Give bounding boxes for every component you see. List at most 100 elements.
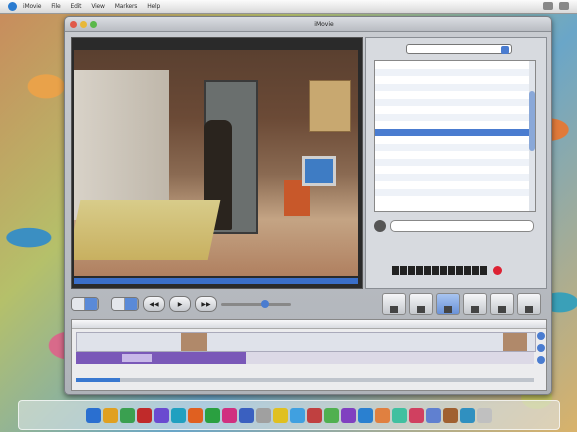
zoom-window-button[interactable]: [90, 20, 97, 28]
chevron-down-icon[interactable]: [501, 46, 509, 54]
list-scrollbar[interactable]: [529, 61, 535, 211]
scroll-thumb[interactable]: [529, 91, 535, 151]
list-item[interactable]: [375, 106, 535, 114]
timeline: [71, 319, 547, 391]
list-item[interactable]: [375, 98, 535, 106]
list-item[interactable]: [375, 181, 535, 189]
preview-row: [374, 218, 534, 234]
dock-app-icon[interactable]: [171, 407, 186, 423]
volume-slider[interactable]: [221, 299, 291, 308]
dock-app-icon[interactable]: [103, 407, 118, 423]
dock-app-icon[interactable]: [154, 407, 169, 423]
dock-app-icon[interactable]: [341, 407, 356, 423]
playhead-scrubber[interactable]: [74, 278, 358, 284]
video-clip[interactable]: [503, 333, 527, 351]
menu-item-file[interactable]: File: [51, 3, 60, 10]
list-item[interactable]: [375, 113, 535, 121]
effect-name-field[interactable]: [390, 220, 534, 232]
dock-app-icon[interactable]: [460, 407, 475, 423]
list-item[interactable]: [375, 76, 535, 84]
video-frame[interactable]: [74, 50, 358, 276]
list-item[interactable]: [375, 61, 535, 69]
minimize-window-button[interactable]: [80, 20, 87, 28]
audio-clip[interactable]: [76, 352, 246, 364]
transport-controls: ◀◀ ▶ ▶▶: [71, 293, 545, 315]
video-monitor: [71, 37, 363, 289]
dock-app-icon[interactable]: [137, 407, 152, 423]
list-item[interactable]: [375, 166, 535, 174]
photos-icon: [417, 306, 425, 313]
list-item[interactable]: [375, 188, 535, 196]
zoom-slider[interactable]: [76, 378, 534, 382]
tab-clips[interactable]: [382, 293, 406, 315]
preview-icon[interactable]: [374, 220, 386, 232]
menu-item-view[interactable]: View: [91, 3, 105, 10]
mute-icon[interactable]: [537, 356, 545, 364]
list-item[interactable]: [375, 128, 535, 136]
dock-app-icon[interactable]: [324, 407, 339, 423]
list-item[interactable]: [375, 121, 535, 129]
dock-app-icon[interactable]: [426, 407, 441, 423]
dock-app-icon[interactable]: [188, 407, 203, 423]
dock-app-icon[interactable]: [256, 407, 271, 423]
video-clip[interactable]: [181, 333, 207, 351]
dock-app-icon[interactable]: [120, 407, 135, 423]
list-item[interactable]: [375, 173, 535, 181]
effects-list[interactable]: [374, 60, 536, 212]
audio-track[interactable]: [76, 352, 534, 364]
dock-app-icon[interactable]: [86, 407, 101, 423]
menu-item-help[interactable]: Help: [147, 3, 160, 10]
clip-view-button[interactable]: [112, 298, 125, 310]
tab-transitions[interactable]: [490, 293, 514, 315]
fast-forward-button[interactable]: ▶▶: [195, 296, 217, 312]
list-item[interactable]: [375, 91, 535, 99]
dock-app-icon[interactable]: [222, 407, 237, 423]
volume-knob[interactable]: [261, 299, 269, 308]
clips-icon: [390, 306, 398, 313]
dock-app-icon[interactable]: [375, 407, 390, 423]
clip-view-toggle[interactable]: [111, 297, 139, 311]
menu-item-markers[interactable]: Markers: [115, 3, 138, 10]
close-window-button[interactable]: [70, 20, 77, 28]
timeline-ruler[interactable]: [72, 320, 546, 329]
view-mode-toggle[interactable]: [71, 297, 99, 311]
clock-icon[interactable]: [559, 2, 569, 10]
dock-app-icon[interactable]: [307, 407, 322, 423]
tab-titles[interactable]: [463, 293, 487, 315]
record-button[interactable]: [493, 265, 502, 275]
camera-mode-button[interactable]: [72, 298, 85, 310]
tab-photos[interactable]: [409, 293, 433, 315]
rewind-button[interactable]: ◀◀: [143, 296, 165, 312]
lock-icon[interactable]: [537, 332, 545, 340]
list-item[interactable]: [375, 158, 535, 166]
dock-app-icon[interactable]: [392, 407, 407, 423]
dock-app-icon[interactable]: [273, 407, 288, 423]
menu-item-imovie[interactable]: iMovie: [23, 3, 41, 10]
scene-computer-monitor: [302, 156, 336, 186]
tab-effects[interactable]: [517, 293, 541, 315]
dock-app-icon[interactable]: [205, 407, 220, 423]
dock-app-icon[interactable]: [290, 407, 305, 423]
volume-icon[interactable]: [543, 2, 553, 10]
list-item[interactable]: [375, 151, 535, 159]
list-item[interactable]: [375, 68, 535, 76]
title-bar[interactable]: iMovie: [65, 17, 551, 32]
dock-app-icon[interactable]: [239, 407, 254, 423]
dock-app-icon[interactable]: [409, 407, 424, 423]
dock-app-icon[interactable]: [443, 407, 458, 423]
dock-app-icon[interactable]: [358, 407, 373, 423]
dock-app-icon[interactable]: [477, 407, 492, 423]
panel-dropdown[interactable]: [406, 44, 512, 54]
tab-audio[interactable]: [436, 293, 460, 315]
menu-item-edit[interactable]: Edit: [70, 3, 81, 10]
list-item[interactable]: [375, 83, 535, 91]
list-item[interactable]: [375, 136, 535, 144]
play-button[interactable]: ▶: [169, 296, 191, 312]
edit-mode-button[interactable]: [85, 298, 98, 310]
apple-menu-icon[interactable]: [8, 2, 17, 11]
list-item[interactable]: [375, 196, 535, 204]
video-track[interactable]: [76, 332, 536, 352]
mute-icon[interactable]: [537, 344, 545, 352]
timeline-view-button[interactable]: [125, 298, 138, 310]
list-item[interactable]: [375, 143, 535, 151]
